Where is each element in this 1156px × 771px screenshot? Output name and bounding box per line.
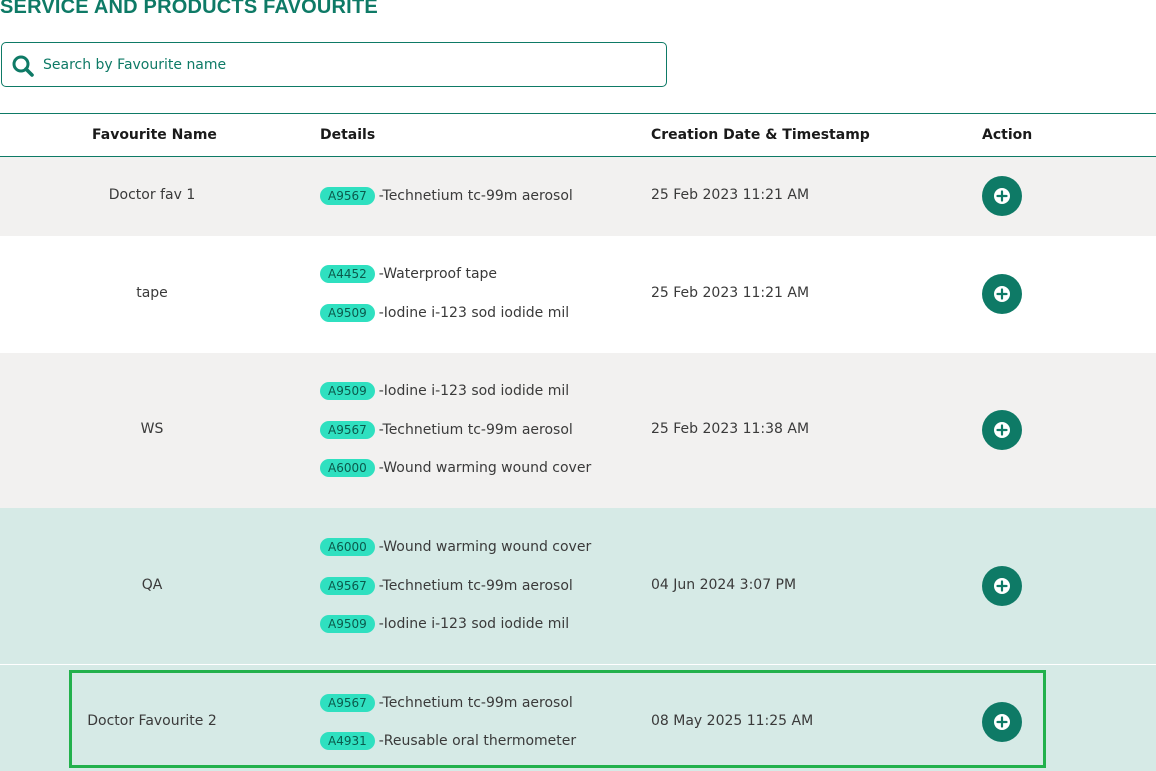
detail-item: A4452 -Waterproof tape — [320, 264, 497, 284]
add-favourite-button[interactable] — [982, 274, 1022, 314]
favourite-name: QA — [141, 577, 163, 593]
code-badge: A9509 — [320, 382, 375, 400]
table-row: QA A6000 -Wound warming wound cover A956… — [0, 508, 1156, 664]
code-badge: A9567 — [320, 187, 375, 205]
detail-text: -Technetium tc-99m aerosol — [378, 695, 573, 711]
table-row: tape A4452 -Waterproof tape A9509 -Iodin… — [0, 236, 1156, 353]
creation-date: 08 May 2025 11:25 AM — [651, 713, 814, 729]
column-header-favourite-name: Favourite Name — [92, 127, 217, 143]
table-row: Doctor fav 1 A9567 -Technetium tc-99m ae… — [0, 157, 1156, 236]
table-header: Favourite Name Details Creation Date & T… — [0, 113, 1156, 157]
detail-item: A9567 -Technetium tc-99m aerosol — [320, 186, 573, 206]
creation-date: 04 Jun 2024 3:07 PM — [651, 577, 797, 593]
creation-date: 25 Feb 2023 11:21 AM — [651, 285, 810, 301]
creation-date: 25 Feb 2023 11:21 AM — [651, 187, 810, 203]
code-badge: A9567 — [320, 694, 375, 712]
detail-text: -Iodine i-123 sod iodide mil — [378, 383, 570, 399]
table-row: Doctor Favourite 2 A9567 -Technetium tc-… — [0, 665, 1156, 771]
detail-text: -Waterproof tape — [378, 266, 498, 282]
detail-text: -Wound warming wound cover — [378, 460, 592, 476]
search-box[interactable] — [1, 42, 667, 87]
table-row: WS A9509 -Iodine i-123 sod iodide mil A9… — [0, 353, 1156, 508]
detail-text: -Technetium tc-99m aerosol — [378, 188, 573, 204]
add-favourite-button[interactable] — [982, 410, 1022, 450]
detail-text: -Iodine i-123 sod iodide mil — [378, 305, 570, 321]
plus-circle-icon — [994, 286, 1010, 302]
code-badge: A9509 — [320, 304, 375, 322]
search-input[interactable] — [43, 53, 643, 77]
page-title: SERVICE AND PRODUCTS FAVOURITE — [0, 0, 378, 18]
plus-circle-icon — [994, 578, 1010, 594]
detail-item: A9567 -Technetium tc-99m aerosol — [320, 420, 573, 440]
creation-date: 25 Feb 2023 11:38 AM — [651, 421, 810, 437]
code-badge: A4931 — [320, 732, 375, 750]
code-badge: A4452 — [320, 265, 375, 283]
detail-item: A9509 -Iodine i-123 sod iodide mil — [320, 614, 569, 634]
code-badge: A6000 — [320, 459, 375, 477]
favourite-name: WS — [140, 421, 164, 437]
plus-circle-icon — [994, 422, 1010, 438]
plus-circle-icon — [994, 714, 1010, 730]
favourite-name: Doctor fav 1 — [108, 187, 196, 203]
detail-text: -Iodine i-123 sod iodide mil — [378, 616, 570, 632]
search-icon — [11, 54, 35, 78]
detail-text: -Reusable oral thermometer — [378, 733, 577, 749]
code-badge: A9567 — [320, 577, 375, 595]
column-header-creation-date: Creation Date & Timestamp — [651, 127, 870, 143]
favourite-name: Doctor Favourite 2 — [87, 713, 217, 729]
detail-item: A9567 -Technetium tc-99m aerosol — [320, 693, 573, 713]
detail-item: A6000 -Wound warming wound cover — [320, 458, 591, 478]
code-badge: A9567 — [320, 421, 375, 439]
detail-item: A9567 -Technetium tc-99m aerosol — [320, 576, 573, 596]
plus-circle-icon — [994, 188, 1010, 204]
column-header-details: Details — [320, 127, 376, 143]
detail-text: -Wound warming wound cover — [378, 539, 592, 555]
detail-item: A9509 -Iodine i-123 sod iodide mil — [320, 381, 569, 401]
add-favourite-button[interactable] — [982, 566, 1022, 606]
detail-text: -Technetium tc-99m aerosol — [378, 578, 573, 594]
add-favourite-button[interactable] — [982, 702, 1022, 742]
detail-item: A6000 -Wound warming wound cover — [320, 537, 591, 557]
detail-item: A4931 -Reusable oral thermometer — [320, 731, 576, 751]
favourite-name: tape — [136, 285, 168, 301]
code-badge: A6000 — [320, 538, 375, 556]
column-header-action: Action — [982, 127, 1033, 143]
detail-item: A9509 -Iodine i-123 sod iodide mil — [320, 303, 569, 323]
add-favourite-button[interactable] — [982, 176, 1022, 216]
detail-text: -Technetium tc-99m aerosol — [378, 422, 573, 438]
code-badge: A9509 — [320, 615, 375, 633]
